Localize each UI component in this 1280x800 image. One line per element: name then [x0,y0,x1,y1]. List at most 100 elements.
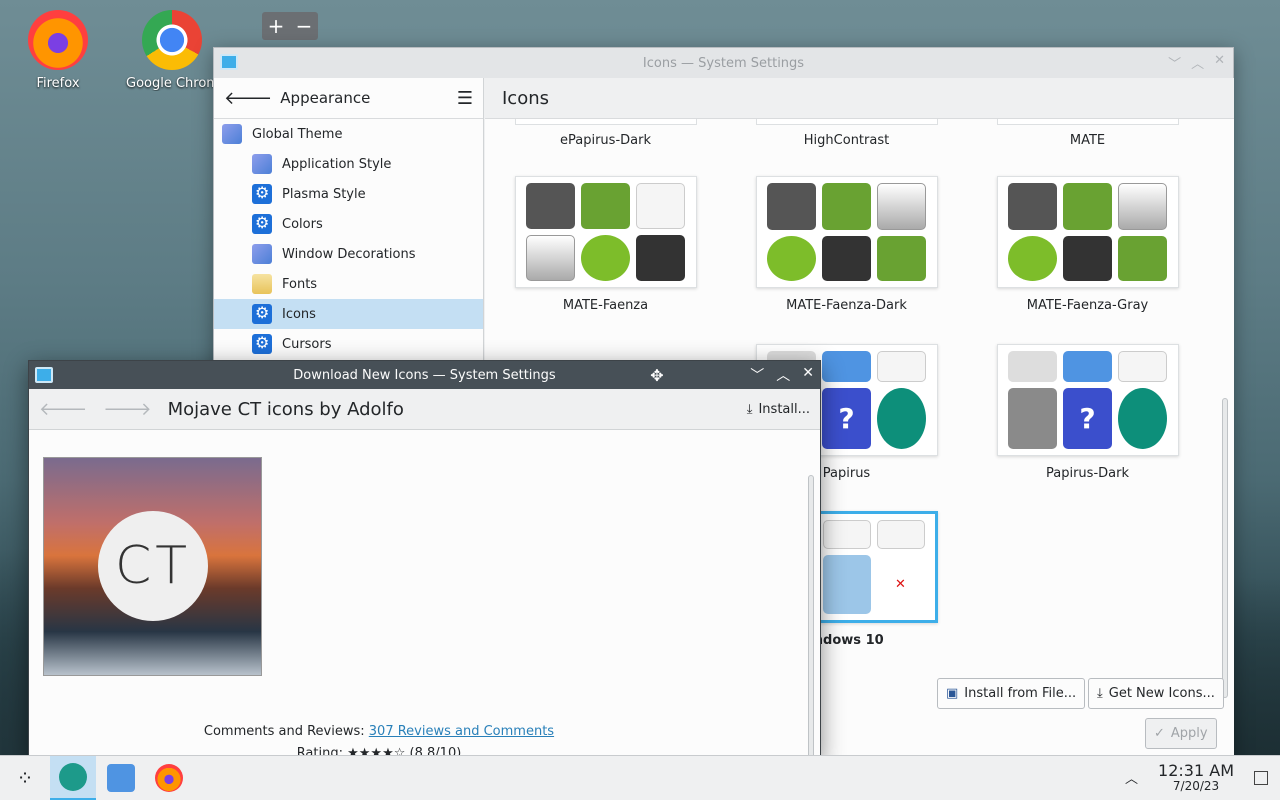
fonts-icon [252,274,272,294]
gear-icon [252,303,272,324]
hamburger-menu-icon[interactable]: ☰ [457,88,473,109]
remove-widget-button[interactable]: − [290,12,318,40]
minimize-icon[interactable]: ﹀ [1168,53,1181,72]
clock-date: 7/20/23 [1172,779,1220,794]
gear-icon [252,213,272,234]
install-button[interactable]: ⤓ Install... [747,402,810,417]
back-arrow-icon[interactable]: 🡐 [224,88,272,109]
move-cursor-icon: ✥ [650,365,664,385]
item-details: CT Comments and Reviews: 307 Reviews and… [29,430,820,765]
sidebar-item-window-decorations[interactable]: Window Decorations [214,239,483,269]
sidebar-item-icons[interactable]: Icons [214,299,483,329]
theme-name: ePapirus-Dark [560,133,651,148]
sidebar-item-label: Fonts [282,276,318,292]
theme-tile-epapirus-dark[interactable]: ePapirus-Dark [485,119,726,148]
theme-tile-papirus-dark[interactable]: ? Papirus-Dark [967,344,1208,481]
dialog-title: Download New Icons — System Settings [293,367,556,383]
tray-expand-icon[interactable]: ︿ [1125,768,1138,787]
download-icon: ⤓ [746,401,753,417]
clock-time: 12:31 AM [1158,761,1234,781]
theme-tile-mate-faenza-gray[interactable]: MATE-Faenza-Gray [967,176,1208,313]
sidebar-item-global-theme[interactable]: Global Theme [214,119,483,149]
task-system-settings[interactable] [50,756,96,800]
theme-preview: ? [996,344,1179,456]
item-preview-image[interactable]: CT [43,457,262,676]
install-from-file-button[interactable]: ▣ Install from File... [937,678,1086,709]
application-launcher[interactable]: ⁘ [2,756,48,800]
desktop-icon-chrome[interactable]: Google Chrome [124,10,219,91]
theme-tile-mate[interactable]: MATE [967,119,1208,148]
apply-button[interactable]: ✓ Apply [1145,718,1217,749]
grid-scrollbar[interactable] [1222,398,1228,698]
close-icon[interactable]: ✕ [802,365,814,385]
word-document-icon: ▣ [946,686,959,701]
theme-name: MATE-Faenza-Gray [1026,298,1149,313]
desktop-widget-controls: + − [262,12,318,40]
system-tray: ︿ 12:31 AM 7/20/23 [1125,761,1280,794]
dialog-titlebar[interactable]: Download New Icons — System Settings ✥ ﹀… [29,361,820,389]
desktop-icon-label: Firefox [36,76,80,91]
preview-logo: CT [98,511,208,621]
theme-preview [514,176,697,288]
sidebar-item-label: Window Decorations [282,246,416,262]
forward-arrow-icon[interactable]: 🡒 [103,399,151,420]
folder-icon [107,764,135,792]
item-title: Mojave CT icons by Adolfo [167,398,404,420]
button-label: Install from File... [964,686,1077,701]
window-title: Icons — System Settings [642,55,805,71]
firefox-icon [155,764,183,792]
desktop-icon-label: Google Chrome [126,76,219,91]
desktop-icon-firefox[interactable]: Firefox [8,10,108,91]
system-settings-icon [59,763,87,791]
system-settings-app-icon [220,54,238,70]
gear-icon [252,333,272,354]
theme-preview [755,176,938,288]
sidebar-item-label: Application Style [282,156,392,172]
sidebar-item-label: Global Theme [252,126,343,142]
close-icon[interactable]: ✕ [1214,53,1225,72]
comments-row: Comments and Reviews: 307 Reviews and Co… [29,724,729,739]
comments-label: Comments and Reviews: [203,724,365,739]
theme-preview [996,176,1179,288]
minimize-icon[interactable]: ﹀ [750,365,764,385]
theme-name: HighContrast [803,133,890,148]
window-decorations-icon [252,244,272,264]
chrome-icon [141,10,202,70]
theme-tile-mate-faenza-dark[interactable]: MATE-Faenza-Dark [726,176,967,313]
theme-tile-highcontrast[interactable]: HighContrast [726,119,967,148]
taskbar: ⁘ ︿ 12:31 AM 7/20/23 [0,755,1280,800]
get-new-icons-button[interactable]: ⤓ Get New Icons... [1088,678,1224,709]
back-arrow-icon[interactable]: 🡐 [39,399,87,420]
task-file-manager[interactable] [98,756,144,800]
download-icon: ⤓ [1097,686,1103,701]
sidebar-header: 🡐 Appearance ☰ [214,78,483,119]
checkmark-icon: ✓ [1154,726,1165,741]
reviews-link[interactable]: 307 Reviews and Comments [369,724,554,739]
sidebar-item-fonts[interactable]: Fonts [214,269,483,299]
theme-name: MATE-Faenza [562,298,649,313]
digital-clock[interactable]: 12:31 AM 7/20/23 [1158,761,1234,794]
launcher-icon: ⁘ [16,766,34,790]
show-desktop-icon[interactable] [1254,770,1268,785]
add-widget-button[interactable]: + [262,12,290,40]
dialog-scrollbar[interactable] [808,475,814,765]
sidebar-item-label: Cursors [282,336,332,352]
sidebar-item-plasma-style[interactable]: Plasma Style [214,179,483,209]
sidebar-item-colors[interactable]: Colors [214,209,483,239]
firefox-icon [28,10,88,70]
maximize-icon[interactable]: ︿ [1191,53,1204,72]
task-firefox[interactable] [146,756,192,800]
theme-name: MATE [1069,133,1106,148]
sidebar-item-application-style[interactable]: Application Style [214,149,483,179]
global-theme-icon [222,124,242,144]
sidebar-item-label: Plasma Style [282,186,366,202]
theme-tile-mate-faenza[interactable]: MATE-Faenza [485,176,726,313]
button-label: Apply [1170,726,1208,741]
sidebar-item-cursors[interactable]: Cursors [214,329,483,359]
sidebar-item-label: Colors [282,216,323,232]
theme-name: Papirus-Dark [1046,466,1129,481]
system-settings-app-icon [35,367,53,383]
maximize-icon[interactable]: ︿ [776,365,790,385]
sidebar-title: Appearance [280,89,371,107]
window-titlebar[interactable]: Icons — System Settings ﹀ ︿ ✕ [214,48,1233,78]
